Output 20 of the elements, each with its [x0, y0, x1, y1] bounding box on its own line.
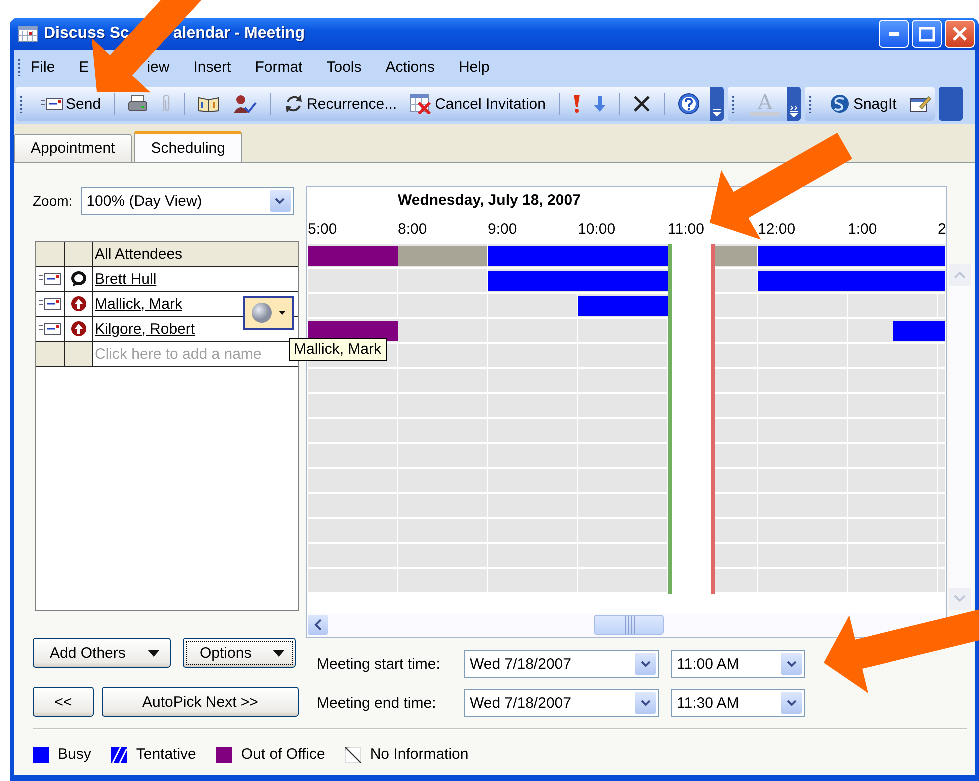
hour-label: 5:00 — [308, 220, 338, 238]
legend-label: Out of Office — [241, 746, 326, 763]
hour-label: 10:00 — [578, 220, 616, 238]
window-title: Discuss Sc — [44, 25, 130, 43]
hour-label: 9:00 — [488, 220, 518, 238]
field-label: Meeting start time: — [317, 656, 442, 672]
field-label: Meeting end time: — [317, 694, 438, 712]
column-header: All Attendees — [93, 242, 298, 267]
legend-label: No Information — [370, 746, 469, 763]
tooltip: Mallick, Mark — [289, 338, 387, 361]
date-heading: Wednesday, July 18, 2007 — [397, 191, 582, 211]
window-title: alendar - Meeting — [173, 25, 305, 43]
zoom-label: Zoom: — [33, 193, 73, 209]
hour-label: 11:00 — [668, 220, 704, 238]
hour-label: 8:00 — [398, 220, 428, 238]
hour-label: 2 — [938, 220, 946, 238]
legend-label: Tentative — [136, 746, 196, 763]
hour-label: 12:00 — [758, 220, 796, 238]
legend-label: Busy — [58, 746, 92, 763]
hour-label: 1:00 — [848, 220, 878, 238]
